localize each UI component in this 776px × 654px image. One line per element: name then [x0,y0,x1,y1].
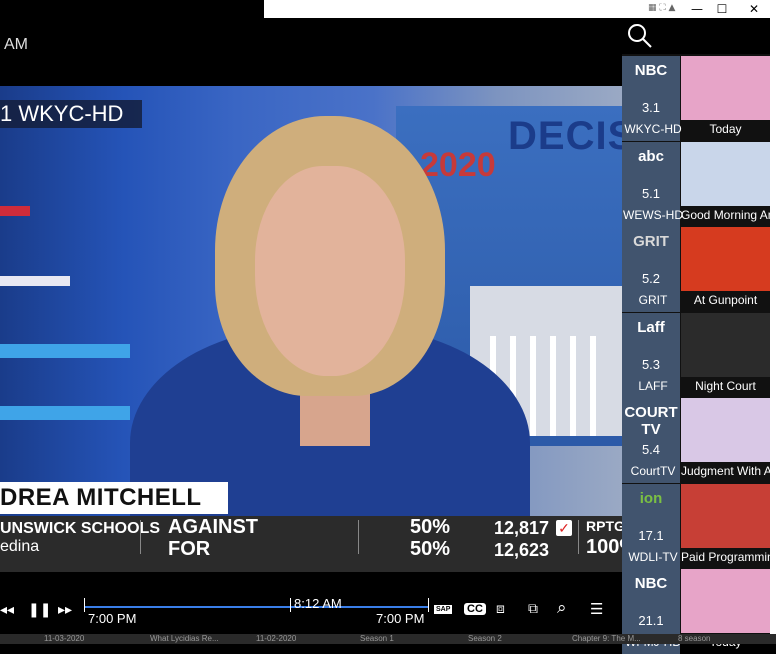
taskbar-item[interactable]: What Lycidias Re... [150,634,219,643]
taskbar: 11-03-2020 What Lycidias Re... 11-02-2020 S… [0,634,776,644]
end-time: 7:00 PM [376,611,425,626]
option-against: AGAINST [168,516,258,538]
anchor-face [255,166,405,376]
set-stripe [0,276,70,286]
channel-number: 3.1 [641,100,661,115]
taskbar-item[interactable]: Chapter 9: The M... [572,634,641,643]
channel-callsign: GRIT [638,293,668,307]
channel-row[interactable]: NBC 3.1 WKYC-HD Today [622,56,770,141]
aspect-ratio-icon[interactable]: ⧈ [496,601,505,617]
guide-search[interactable] [622,18,770,54]
option-for: FOR [168,538,211,560]
fast-forward-button[interactable]: ▸▸ [58,602,72,618]
video-player[interactable]: 2020 DECISION 1 WKYC-HD DREA MITCHELL UN… [0,86,622,572]
taskbar-item[interactable]: Season 1 [360,634,394,643]
sap-button[interactable]: SAP [434,605,453,614]
name-strap: DREA MITCHELL [0,482,228,514]
district-name: UNSWICK SCHOOLS [0,520,160,537]
taskbar-item[interactable]: 11-03-2020 [44,634,84,643]
reporting-label: RPTG [586,518,622,534]
count-against: 12,817 [494,518,550,538]
set-light [0,344,130,358]
pause-button[interactable]: ❚❚ [28,602,51,618]
progress-end-tick [428,598,429,612]
channel-row[interactable]: abc 5.1 WEWS-HD Good Morning Am [622,141,770,227]
closed-captions-button[interactable]: CC [464,603,486,615]
channel-logo: NBC [634,575,668,592]
channel-logo: NBC [634,62,668,79]
district-subname: edina [0,538,40,555]
start-time: 7:00 PM [88,611,137,626]
search-icon[interactable] [626,22,654,50]
top-bar: AM [0,18,622,86]
current-time: 8:12 AM [294,596,342,611]
title-bar: ▦ ⛶ ▲ — ☐ ✕ [264,0,776,19]
maximize-button[interactable]: ☐ [709,0,735,18]
channel-logo: ion [639,489,663,507]
channel-logo: Laff [637,318,665,336]
channel-number: 5.1 [641,185,661,201]
set-light [0,406,130,420]
search-icon[interactable]: ⌕ [557,598,567,618]
program-thumbnail[interactable] [681,56,770,120]
channel-number: 5.4 [641,442,661,457]
channel-number: 21.1 [638,613,664,628]
pct-for: 50% [410,538,451,560]
picture-in-picture-icon[interactable]: ⧉ [528,601,538,617]
program-thumbnail[interactable] [681,398,770,462]
program-title[interactable]: Paid Programming [681,550,770,564]
channel-row[interactable]: COURT TV 5.4 CourtTV Judgment With As [622,398,770,483]
program-title[interactable]: At Gunpoint [681,293,770,307]
taskbar-item[interactable]: Season 2 [468,634,502,643]
rewind-button[interactable]: ◂◂ [0,602,14,618]
channel-callsign: CourtTV [630,464,676,478]
taskbar-item[interactable]: 8 season [678,634,710,643]
channel-callsign: WEWS-HD [623,207,683,222]
channel-row[interactable]: ion 17.1 WDLI-TVPaid Programming [622,483,770,569]
channel-row[interactable]: Laff 5.3 LAFF Night Court [622,312,770,398]
menu-icon[interactable]: ☰ [590,600,603,618]
channel-badge: 1 WKYC-HD [0,100,142,128]
channel-number: 5.3 [641,356,661,372]
program-thumbnail[interactable] [681,569,770,633]
count-for: 12,623 [494,540,550,560]
program-thumbnail[interactable] [681,141,770,206]
program-thumbnail[interactable] [681,312,770,377]
scroll-strip[interactable] [770,18,776,644]
taskbar-item[interactable]: 11-02-2020 [256,634,296,643]
program-thumbnail[interactable] [681,227,770,291]
channel-guide: NBC 3.1 WKYC-HD Today abc 5.1 WEWS-HD Good Morn… [622,18,770,654]
channel-logo: COURT TV [624,404,678,438]
set-stripe [0,206,30,216]
program-thumbnail[interactable] [681,483,770,548]
clock: AM [4,36,28,53]
reporting-value: 100% [586,536,622,558]
backdrop-year: 2020 [420,146,496,184]
program-title[interactable]: Good Morning Am [681,208,770,222]
program-title[interactable]: Judgment With As [681,464,770,478]
progress-bar[interactable] [84,606,428,608]
program-title[interactable]: Today [681,122,770,136]
progress-current-tick[interactable] [290,598,291,612]
channel-callsign: WDLI-TV [628,549,678,564]
channel-number: 17.1 [638,527,664,543]
channel-callsign: LAFF [638,378,668,393]
channel-callsign: WKYC-HD [624,122,682,136]
channel-row[interactable]: GRIT 5.2 GRIT At Gunpoint [622,227,770,312]
close-button[interactable]: ✕ [741,0,767,18]
channel-logo: GRIT [633,233,669,250]
progress-start-tick [84,598,85,612]
minimize-button[interactable]: — [684,0,710,18]
backdrop-word: DECISION [508,114,622,158]
channel-number: 5.2 [641,271,661,286]
channel-logo: abc [638,147,664,165]
snap-layout-icon[interactable]: ▦ ⛶ ▲ [648,3,675,13]
program-title[interactable]: Night Court [681,379,770,393]
election-results-bar: UNSWICK SCHOOLS edina AGAINST FOR 50% 50… [0,516,622,572]
pct-against: 50% [410,516,451,538]
winner-check-icon: ✓ [556,520,572,536]
